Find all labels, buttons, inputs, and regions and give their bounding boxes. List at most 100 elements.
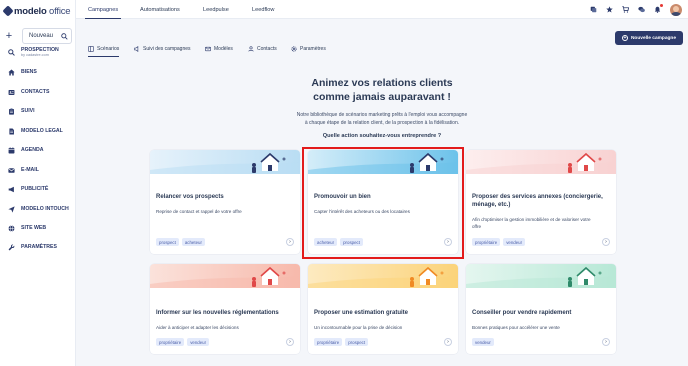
stack-icon[interactable] [590,6,597,13]
sidebar-item-text: AGENDA [21,147,44,153]
sidebar-item-publicite[interactable]: PUBLICITÉ [0,182,76,196]
top-tab-automatisations[interactable]: Automatisations [140,0,180,19]
sidebar-item-parametres[interactable]: PARAMÈTRES [0,240,76,254]
calendar-icon [8,146,15,154]
hero-title-line2: comme jamais auparavant ! [313,91,451,103]
clipboard-icon [8,107,15,115]
tab-modeles[interactable]: Modèles [205,41,233,57]
card-banner-illustration [150,150,300,174]
plus-icon[interactable]: + [2,30,16,42]
sidebar-item-text: SITE WEB [21,225,47,231]
chevron-right-icon[interactable]: › [286,238,294,246]
envelope-icon [205,46,211,52]
users-icon [248,46,254,52]
card-title: Proposer des services annexes (concierge… [472,194,603,200]
sidebar-item-modelo-intouch[interactable]: MODELO INTOUCH [0,202,76,216]
tag-badge: vendeur [503,238,526,246]
tag-badge: propriétaire [156,338,185,346]
globe-icon [8,224,15,232]
chevron-right-icon[interactable]: › [286,338,294,346]
top-icons [590,3,682,16]
tag-badge: propriétaire [472,238,501,246]
card-description-line2: offre [472,224,482,229]
tab-contacts-label: Contacts [257,46,277,52]
tab-parametres[interactable]: Paramètres [291,41,326,57]
tab-modeles-label: Modèles [214,46,233,52]
logo-light-text: office [46,5,71,17]
sidebar-item-text: E-MAIL [21,167,39,173]
chevron-right-icon[interactable]: › [602,238,610,246]
wrench-icon [8,244,15,251]
sidebar-item-subtitle: by cadastre.com [21,53,49,57]
cart-icon[interactable] [622,6,629,13]
sidebar-item-text: BIENS [21,69,37,75]
scenario-card[interactable]: Relancer vos prospects Reprise de contact… [150,150,300,254]
top-bar: Campagnes Automatisations Leedpulse Leed… [76,0,688,19]
search-icon [8,48,15,56]
sidebar-item-agenda[interactable]: AGENDA [0,143,76,157]
new-search-box[interactable]: Nouveau [22,28,72,44]
tag-badge: propriétaire [314,338,343,346]
chevron-right-icon[interactable]: › [444,338,452,346]
tab-suivi-label: Suivi des campagnes [143,46,191,52]
tab-scenarios-label: Scénarios [97,46,120,52]
contact-card-icon [8,89,15,96]
avatar[interactable] [670,3,682,16]
sidebar-item-label: PROSPECTION by cadastre.com [21,47,59,57]
tag-badge: vendeur [187,338,210,346]
sidebar-item-text: MODELO LEGAL [21,128,63,134]
star-icon[interactable] [606,6,613,13]
card-description: Reprise de contact et rappel de votre of… [156,209,242,214]
card-tags: prospect acheteur [156,238,205,246]
sidebar-item-label: PARAMÈTRES [21,244,57,250]
sidebar-item-site-web[interactable]: SITE WEB [0,221,76,235]
card-tags: propriétaire vendeur [156,338,210,346]
chat-icon[interactable] [638,6,645,13]
sidebar-item-text: PUBLICITÉ [21,186,49,192]
sidebar-item-contacts[interactable]: CONTACTS [0,85,76,99]
document-icon [8,128,15,135]
logo-mark-icon [2,5,14,17]
sidebar-item-label: E-MAIL [21,167,39,173]
bell-icon[interactable] [654,4,663,13]
tab-contacts[interactable]: Contacts [248,41,277,57]
megaphone-icon [8,186,15,193]
card-title: Informer sur les nouvelles réglementatio… [156,310,279,316]
card-title: Relancer vos prospects [156,194,224,200]
card-title: Proposer une estimation gratuite [314,310,409,316]
card-banner-illustration [466,264,616,288]
app-logo[interactable]: modelo office [2,5,71,17]
scenario-card[interactable]: Proposer une estimation gratuite Un incon… [308,264,458,354]
sidebar-item-modelo-legal[interactable]: MODELO LEGAL [0,124,76,138]
sidebar-item-label: MODELO LEGAL [21,128,63,134]
send-icon [8,205,15,213]
tab-scenarios[interactable]: Scénarios [88,41,120,57]
sidebar-item-biens[interactable]: BIENS [0,65,76,79]
logo-bold-text: modelo [14,5,47,17]
sidebar-item-label: PUBLICITÉ [21,186,48,192]
sidebar-item-e-mail[interactable]: E-MAIL [0,163,76,177]
search-icon[interactable] [61,32,68,40]
sidebar-item-label: SITE WEB [21,225,46,231]
top-tab-campagnes[interactable]: Campagnes [84,0,122,19]
card-description: Afin d'optimiser la gestion immobilière … [472,217,591,222]
sidebar-item-label: BIENS [21,69,37,75]
sidebar-item-label: SUIVI [21,108,35,114]
sidebar-item-prospection[interactable]: PROSPECTION by cadastre.com [0,45,76,59]
tag-badge: prospect [156,238,179,246]
sidebar-item-text: MODELO INTOUCH [21,206,69,212]
scenario-card[interactable]: Proposer des services annexes (concierge… [466,150,616,254]
sidebar: modelo office + Nouveau PROSPECTION by ca… [0,0,76,366]
sidebar-item-label: CONTACTS [21,89,49,95]
sidebar-item-label: AGENDA [21,147,43,153]
top-tab-leedflow[interactable]: Leedflow [252,0,274,19]
chevron-right-icon[interactable]: › [602,338,610,346]
card-banner-illustration [466,150,616,174]
top-tab-leedpulse[interactable]: Leedpulse [203,0,229,19]
sidebar-item-suivi[interactable]: SUIVI [0,104,76,118]
scenario-card[interactable]: Informer sur les nouvelles réglementatio… [150,264,300,354]
notification-dot [660,4,663,7]
scenario-card[interactable]: Conseiller pour vendre rapidement Bonnes … [466,264,616,354]
tab-parametres-label: Paramètres [300,46,326,52]
tab-suivi-campagnes[interactable]: Suivi des campagnes [134,41,191,57]
